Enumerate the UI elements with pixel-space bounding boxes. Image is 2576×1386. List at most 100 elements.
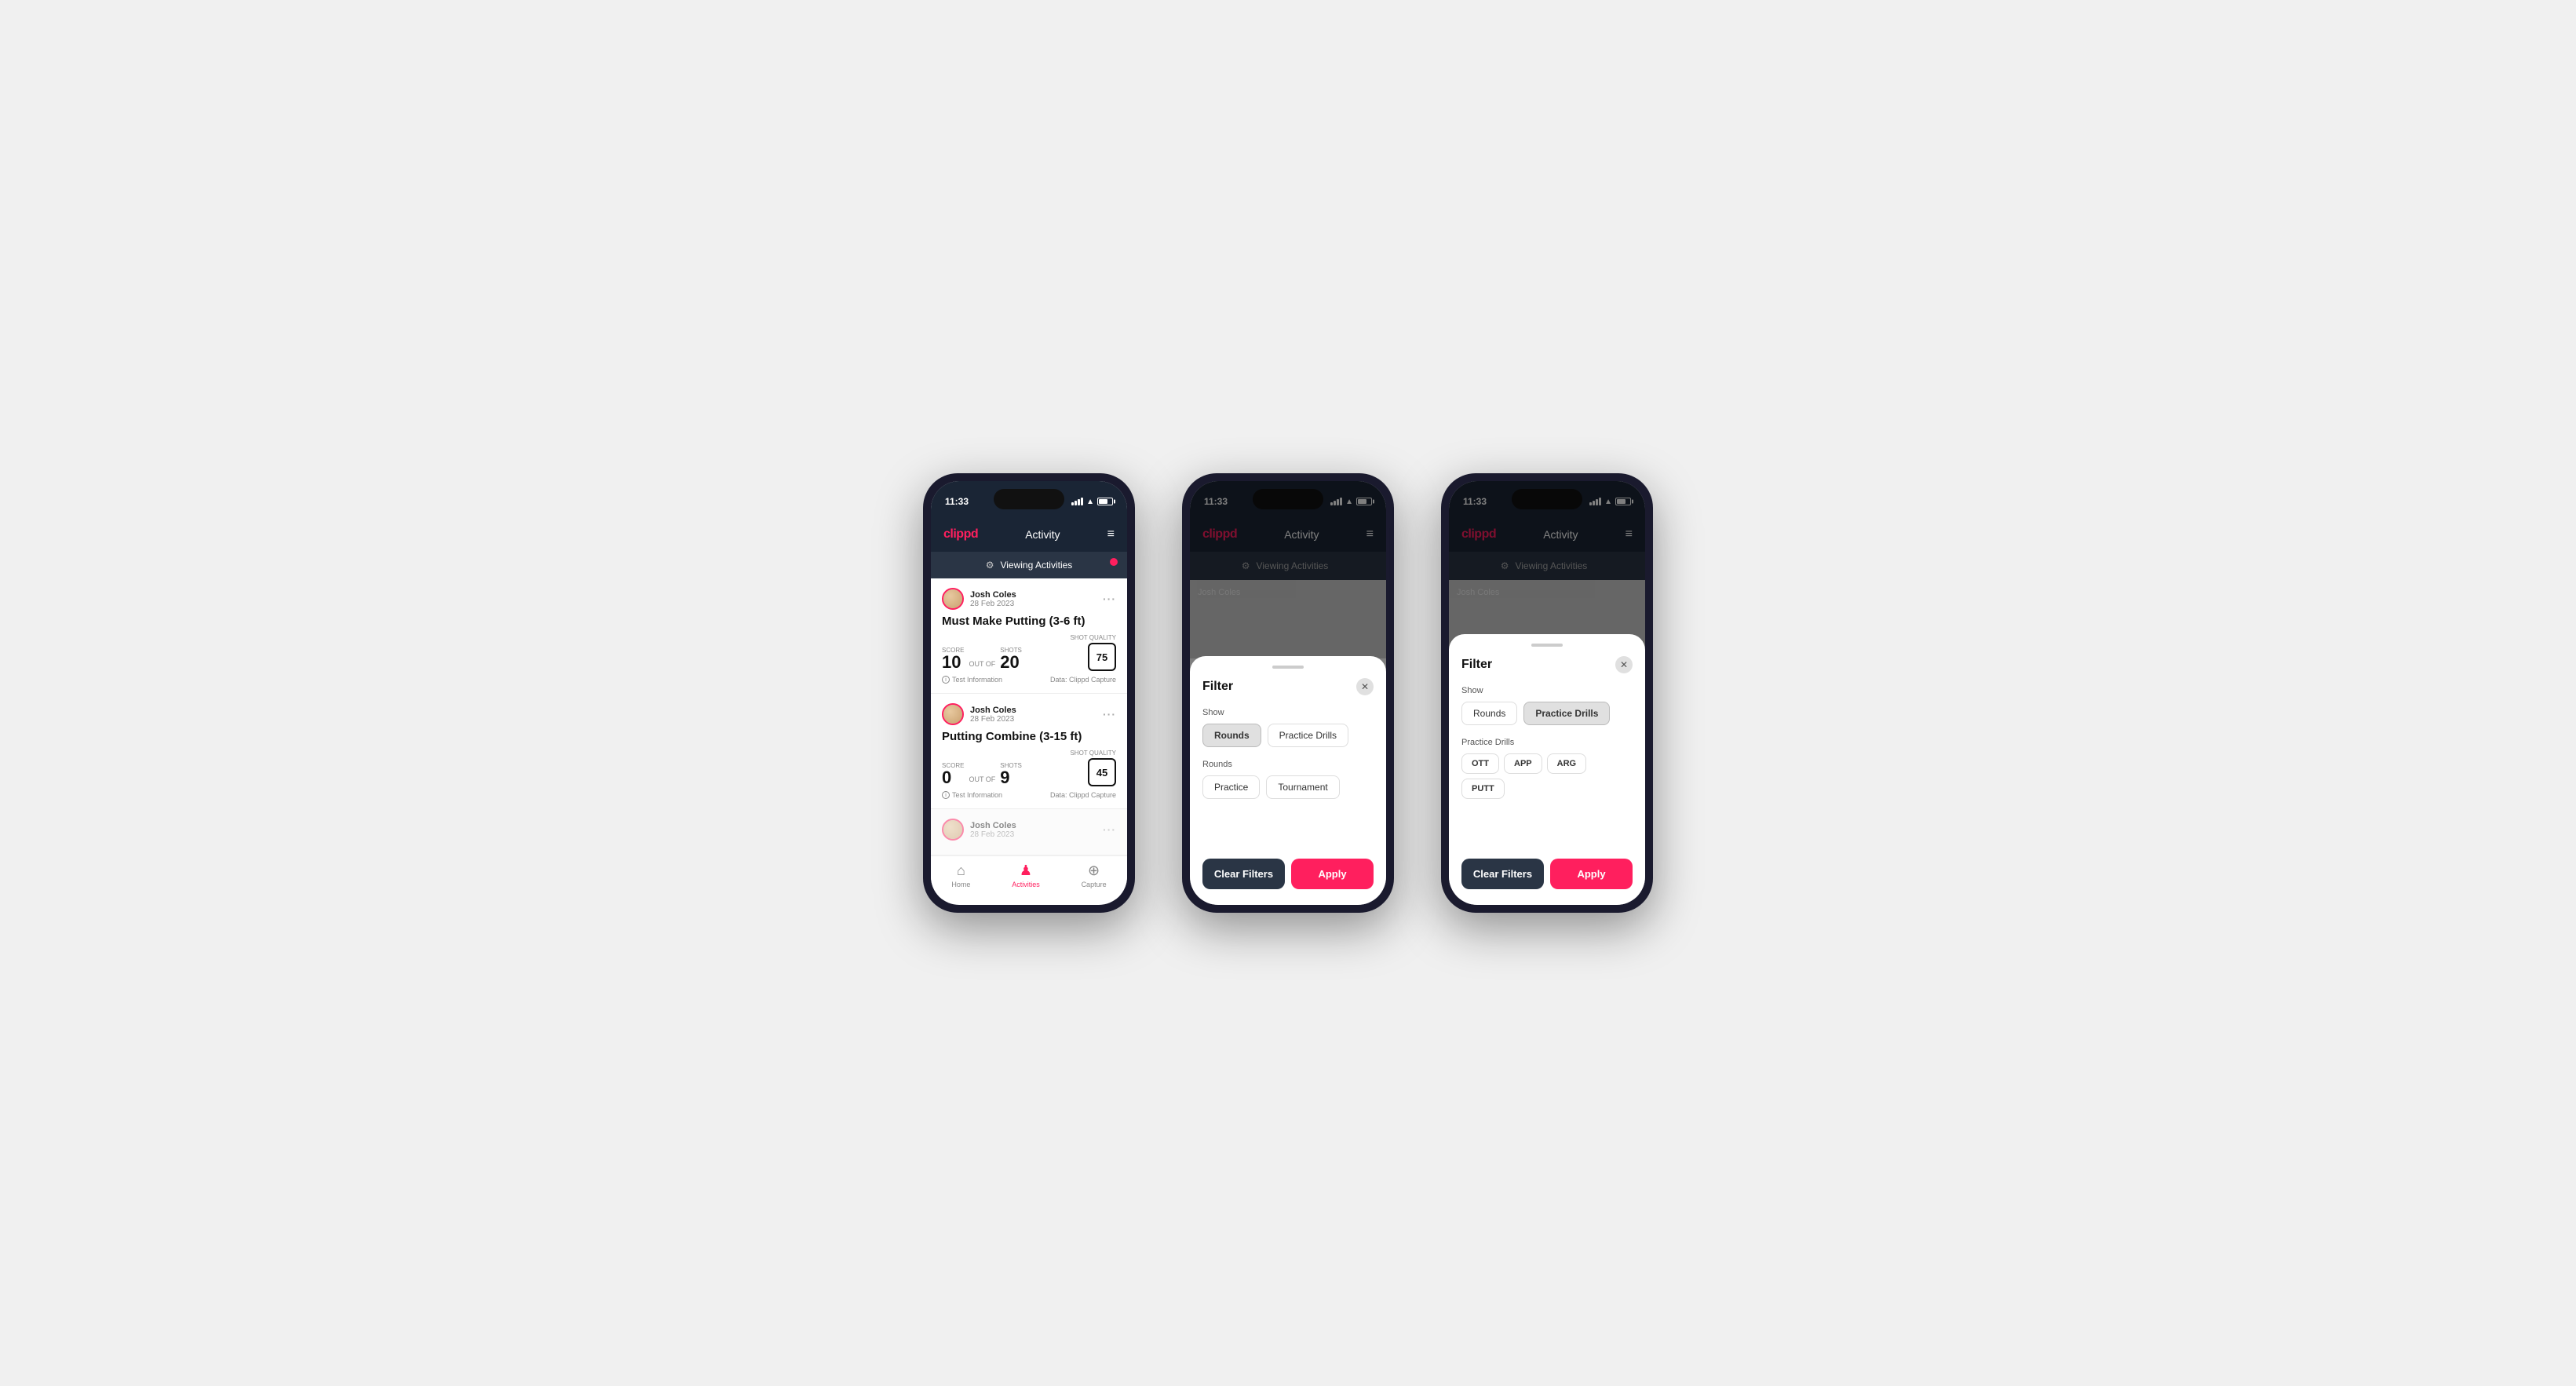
viewing-bar-1[interactable]: ⚙ Viewing Activities (931, 552, 1127, 578)
home-label: Home (951, 881, 970, 888)
filter-close-button-2[interactable]: ✕ (1356, 678, 1374, 695)
show-toggle-group-3: Rounds Practice Drills (1461, 702, 1633, 725)
capture-label: Capture (1082, 881, 1107, 888)
filter-actions-3: Clear Filters Apply (1461, 859, 1633, 889)
nav-capture[interactable]: ⊕ Capture (1082, 863, 1107, 892)
practice-drills-section-label-3: Practice Drills (1461, 738, 1633, 747)
avatar-3 (942, 819, 964, 841)
tag-app[interactable]: APP (1504, 753, 1542, 774)
shot-quality-label-1: Shot Quality (1070, 634, 1116, 641)
tag-ott[interactable]: OTT (1461, 753, 1499, 774)
user-date-1: 28 Feb 2023 (970, 600, 1016, 608)
rounds-toggle-3[interactable]: Rounds (1461, 702, 1517, 725)
activity-card-1: Josh Coles 28 Feb 2023 ··· Must Make Put… (931, 578, 1127, 694)
score-value-2: 0 (942, 769, 964, 786)
activities-list: Josh Coles 28 Feb 2023 ··· Must Make Put… (931, 578, 1127, 855)
user-name-3: Josh Coles (970, 821, 1016, 830)
user-name-2: Josh Coles (970, 706, 1016, 715)
user-date-2: 28 Feb 2023 (970, 715, 1016, 724)
clear-filters-button-2[interactable]: Clear Filters (1202, 859, 1285, 889)
app-navbar-1: clippd Activity ≡ (931, 517, 1127, 552)
bottom-nav-1: ⌂ Home ♟ Activities ⊕ Capture (931, 855, 1127, 899)
avatar-2 (942, 703, 964, 725)
show-label-2: Show (1202, 708, 1374, 717)
practice-drills-tags-3: OTT APP ARG PUTT (1461, 753, 1633, 799)
tag-putt[interactable]: PUTT (1461, 779, 1505, 799)
filter-sheet-3: Filter ✕ Show Rounds Practice Drills Pra… (1449, 634, 1645, 905)
filter-overlay-3[interactable]: Filter ✕ Show Rounds Practice Drills Pra… (1449, 481, 1645, 905)
shot-quality-label-2: Shot Quality (1070, 750, 1116, 757)
battery-icon (1097, 498, 1113, 505)
filter-header-2: Filter ✕ (1202, 678, 1374, 695)
show-toggle-group-2: Rounds Practice Drills (1202, 724, 1374, 747)
score-value-1: 10 (942, 654, 964, 671)
filter-title-3: Filter (1461, 658, 1492, 672)
nav-activities[interactable]: ♟ Activities (1012, 863, 1040, 892)
tournament-option-2[interactable]: Tournament (1266, 775, 1339, 799)
info-icon-2: i (942, 791, 950, 799)
activity-card-3: Josh Coles 28 Feb 2023 ··· (931, 809, 1127, 855)
filter-close-button-3[interactable]: ✕ (1615, 656, 1633, 673)
activity-card-2: Josh Coles 28 Feb 2023 ··· Putting Combi… (931, 694, 1127, 809)
show-label-3: Show (1461, 686, 1633, 695)
phone-1: 11:33 ▲ clippd Activity (923, 473, 1135, 913)
dynamic-island (994, 489, 1064, 509)
activity-title-1: Must Make Putting (3-6 ft) (942, 615, 1116, 628)
activities-icon: ♟ (1020, 863, 1032, 879)
user-name-1: Josh Coles (970, 590, 1016, 600)
filter-handle (1272, 666, 1304, 669)
status-icons: ▲ (1071, 498, 1113, 506)
phone-3: 11:33 ▲ clippd Activity (1441, 473, 1653, 913)
user-info-2: Josh Coles 28 Feb 2023 (942, 703, 1016, 725)
more-options-3[interactable]: ··· (1103, 823, 1116, 836)
viewing-bar-text: Viewing Activities (1000, 560, 1072, 571)
practice-drills-toggle-3[interactable]: Practice Drills (1523, 702, 1610, 725)
user-info-1: Josh Coles 28 Feb 2023 (942, 588, 1016, 610)
home-icon: ⌂ (957, 863, 965, 879)
shots-value-1: 20 (1000, 654, 1022, 671)
tag-arg[interactable]: ARG (1547, 753, 1586, 774)
notification-dot (1110, 558, 1118, 566)
filter-header-3: Filter ✕ (1461, 656, 1633, 673)
rounds-section-label-2: Rounds (1202, 760, 1374, 769)
shot-quality-badge-1: 75 (1088, 643, 1116, 671)
filter-title-2: Filter (1202, 680, 1233, 694)
activities-label: Activities (1012, 881, 1040, 888)
filter-overlay-2[interactable]: Filter ✕ Show Rounds Practice Drills Rou… (1190, 481, 1386, 905)
clear-filters-button-3[interactable]: Clear Filters (1461, 859, 1544, 889)
rounds-toggle-2[interactable]: Rounds (1202, 724, 1261, 747)
rounds-options-2: Practice Tournament (1202, 775, 1374, 799)
phone-2: 11:33 ▲ clippd Activity (1182, 473, 1394, 913)
more-options-1[interactable]: ··· (1103, 593, 1116, 605)
shot-quality-badge-2: 45 (1088, 758, 1116, 786)
shots-value-2: 9 (1000, 769, 1022, 786)
wifi-icon: ▲ (1086, 498, 1094, 506)
info-icon: i (942, 676, 950, 684)
out-of-2: OUT OF (969, 775, 995, 783)
filter-handle-3 (1531, 644, 1563, 647)
user-info-3: Josh Coles 28 Feb 2023 (942, 819, 1016, 841)
app-logo: clippd (943, 527, 978, 542)
test-info-2[interactable]: i Test Information (942, 791, 1002, 799)
signal-icon (1071, 498, 1083, 505)
filter-sheet-2: Filter ✕ Show Rounds Practice Drills Rou… (1190, 656, 1386, 905)
app-title: Activity (1025, 528, 1060, 541)
out-of-1: OUT OF (969, 660, 995, 668)
activity-title-2: Putting Combine (3-15 ft) (942, 730, 1116, 743)
phones-container: 11:33 ▲ clippd Activity (923, 473, 1653, 913)
status-time: 11:33 (945, 496, 969, 507)
practice-drills-toggle-2[interactable]: Practice Drills (1268, 724, 1348, 747)
nav-home[interactable]: ⌂ Home (951, 863, 970, 892)
more-options-2[interactable]: ··· (1103, 708, 1116, 720)
apply-button-3[interactable]: Apply (1550, 859, 1633, 889)
avatar-1 (942, 588, 964, 610)
capture-icon: ⊕ (1088, 863, 1100, 879)
practice-option-2[interactable]: Practice (1202, 775, 1260, 799)
apply-button-2[interactable]: Apply (1291, 859, 1374, 889)
test-info-1[interactable]: i Test Information (942, 676, 1002, 684)
data-source-1: Data: Clippd Capture (1050, 676, 1116, 684)
filter-icon: ⚙ (986, 560, 994, 571)
filter-actions-2: Clear Filters Apply (1202, 859, 1374, 889)
hamburger-icon[interactable]: ≡ (1107, 527, 1115, 542)
data-source-2: Data: Clippd Capture (1050, 791, 1116, 799)
